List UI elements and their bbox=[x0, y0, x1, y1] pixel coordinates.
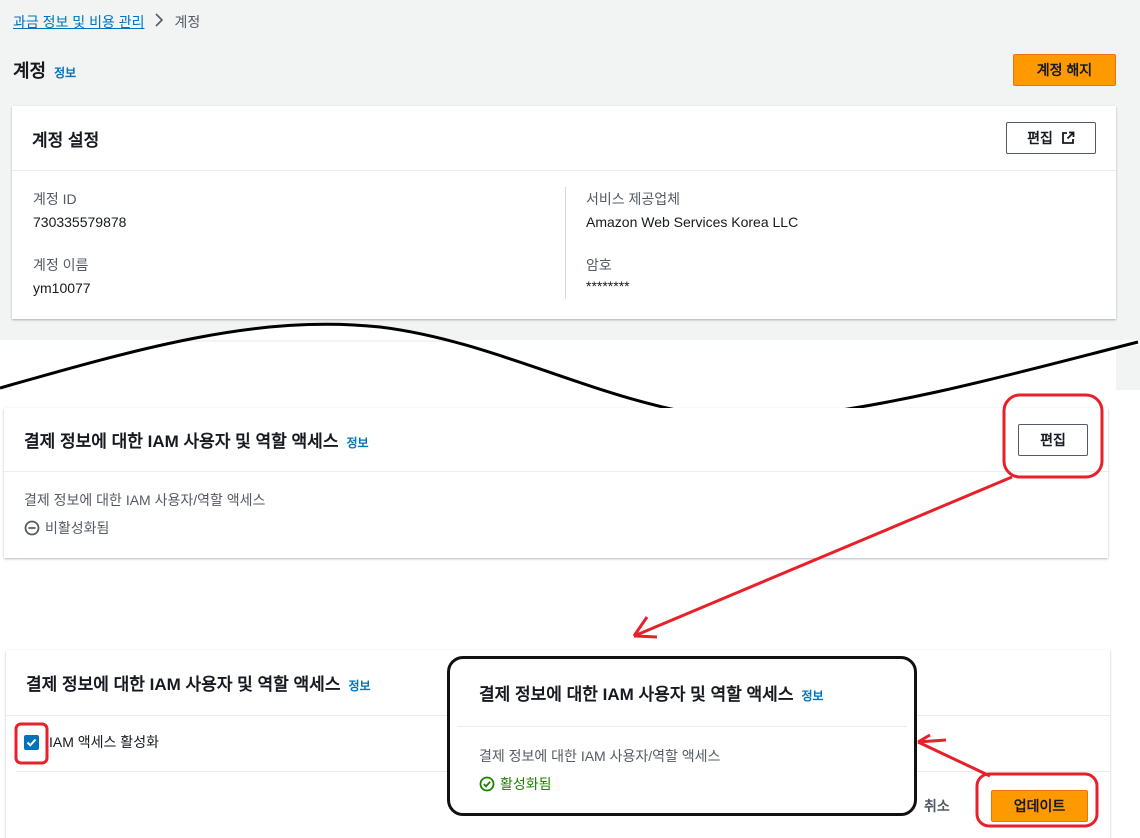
iam-access-edit-title-wrap: 결제 정보에 대한 IAM 사용자 및 역할 액세스 정보 bbox=[26, 670, 371, 695]
iam-access-result-info-link[interactable]: 정보 bbox=[801, 687, 823, 704]
arrow-head-1 bbox=[632, 616, 658, 639]
iam-access-result-status-text: 활성화됨 bbox=[500, 776, 552, 792]
iam-access-card: 결제 정보에 대한 IAM 사용자 및 역할 액세스 정보 편집 결제 정보에 … bbox=[4, 408, 1108, 558]
account-name-label: 계정 이름 bbox=[33, 257, 89, 273]
edit-label: 편집 bbox=[1027, 130, 1053, 146]
close-account-button[interactable]: 계정 해지 bbox=[1013, 54, 1116, 86]
iam-access-checkbox[interactable] bbox=[24, 734, 39, 750]
cancel-button[interactable]: 취소 bbox=[924, 796, 950, 816]
account-settings-header: 계정 설정 편집 bbox=[12, 106, 1116, 171]
iam-access-status-text: 비활성화됨 bbox=[45, 520, 110, 536]
breadcrumb-current: 계정 bbox=[174, 14, 201, 30]
account-name-value: ym10077 bbox=[33, 280, 91, 296]
page-header: 계정 정보 bbox=[13, 57, 76, 83]
iam-access-status: 비활성화됨 bbox=[24, 518, 1088, 538]
iam-access-field-label: 결제 정보에 대한 IAM 사용자/역할 액세스 bbox=[24, 492, 266, 508]
account-settings-edit-button[interactable]: 편집 bbox=[1006, 122, 1096, 154]
column-divider bbox=[565, 187, 566, 299]
iam-access-header: 결제 정보에 대한 IAM 사용자 및 역할 액세스 정보 편집 bbox=[4, 408, 1108, 472]
breadcrumb: 과금 정보 및 비용 관리 계정 bbox=[13, 12, 200, 32]
top-area: 과금 정보 및 비용 관리 계정 계정 정보 계정 해지 계정 설정 편집 계정… bbox=[0, 0, 1140, 392]
provider-value: Amazon Web Services Korea LLC bbox=[586, 214, 799, 230]
iam-access-edit-button[interactable]: 편집 bbox=[1018, 423, 1088, 456]
password-value: ******** bbox=[586, 278, 630, 294]
account-settings-body: 계정 ID 730335579878 계정 이름 ym10077 서비스 제공업… bbox=[12, 171, 1116, 319]
iam-access-result-callout: 결제 정보에 대한 IAM 사용자 및 역할 액세스 정보 결제 정보에 대한 … bbox=[447, 656, 917, 816]
account-id-value: 730335579878 bbox=[33, 214, 127, 230]
iam-access-result-status: 활성화됨 bbox=[479, 774, 720, 794]
iam-access-edit-title: 결제 정보에 대한 IAM 사용자 및 역할 액세스 bbox=[26, 675, 341, 694]
iam-access-result-body: 결제 정보에 대한 IAM 사용자/역할 액세스 활성화됨 bbox=[479, 746, 720, 794]
iam-access-title-wrap: 결제 정보에 대한 IAM 사용자 및 역할 액세스 정보 bbox=[24, 427, 369, 452]
minus-circle-icon bbox=[24, 520, 40, 536]
page-info-link[interactable]: 정보 bbox=[54, 64, 76, 81]
check-icon bbox=[26, 738, 37, 747]
iam-access-info-link[interactable]: 정보 bbox=[346, 434, 368, 451]
iam-access-result-title-wrap: 결제 정보에 대한 IAM 사용자 및 역할 액세스 정보 bbox=[479, 680, 824, 705]
chevron-right-icon bbox=[154, 13, 164, 31]
page-title: 계정 bbox=[13, 61, 47, 81]
update-button[interactable]: 업데이트 bbox=[991, 790, 1088, 822]
iam-access-edit-info-link[interactable]: 정보 bbox=[348, 677, 370, 694]
provider-label: 서비스 제공업체 bbox=[586, 191, 681, 207]
iam-access-result-field-label: 결제 정보에 대한 IAM 사용자/역할 액세스 bbox=[479, 748, 721, 764]
account-id-label: 계정 ID bbox=[33, 191, 77, 207]
iam-access-result-header: 결제 정보에 대한 IAM 사용자 및 역할 액세스 정보 bbox=[457, 659, 907, 727]
check-circle-icon bbox=[479, 776, 495, 792]
iam-access-checkbox-label: IAM 액세스 활성화 bbox=[49, 734, 159, 750]
account-settings-card: 계정 설정 편집 계정 ID 730335579878 계정 이름 ym1007… bbox=[12, 106, 1116, 319]
breadcrumb-billing-link[interactable]: 과금 정보 및 비용 관리 bbox=[13, 12, 144, 32]
next-card-edge bbox=[12, 342, 1116, 392]
iam-access-result-title: 결제 정보에 대한 IAM 사용자 및 역할 액세스 bbox=[479, 685, 794, 704]
account-settings-title: 계정 설정 bbox=[32, 130, 100, 150]
iam-access-body: 결제 정보에 대한 IAM 사용자/역할 액세스 비활성화됨 bbox=[4, 472, 1108, 556]
external-link-icon bbox=[1061, 131, 1075, 144]
password-label: 암호 bbox=[586, 257, 612, 273]
iam-access-title: 결제 정보에 대한 IAM 사용자 및 역할 액세스 bbox=[24, 432, 339, 451]
iam-access-checkbox-row[interactable]: IAM 액세스 활성화 bbox=[24, 732, 159, 752]
